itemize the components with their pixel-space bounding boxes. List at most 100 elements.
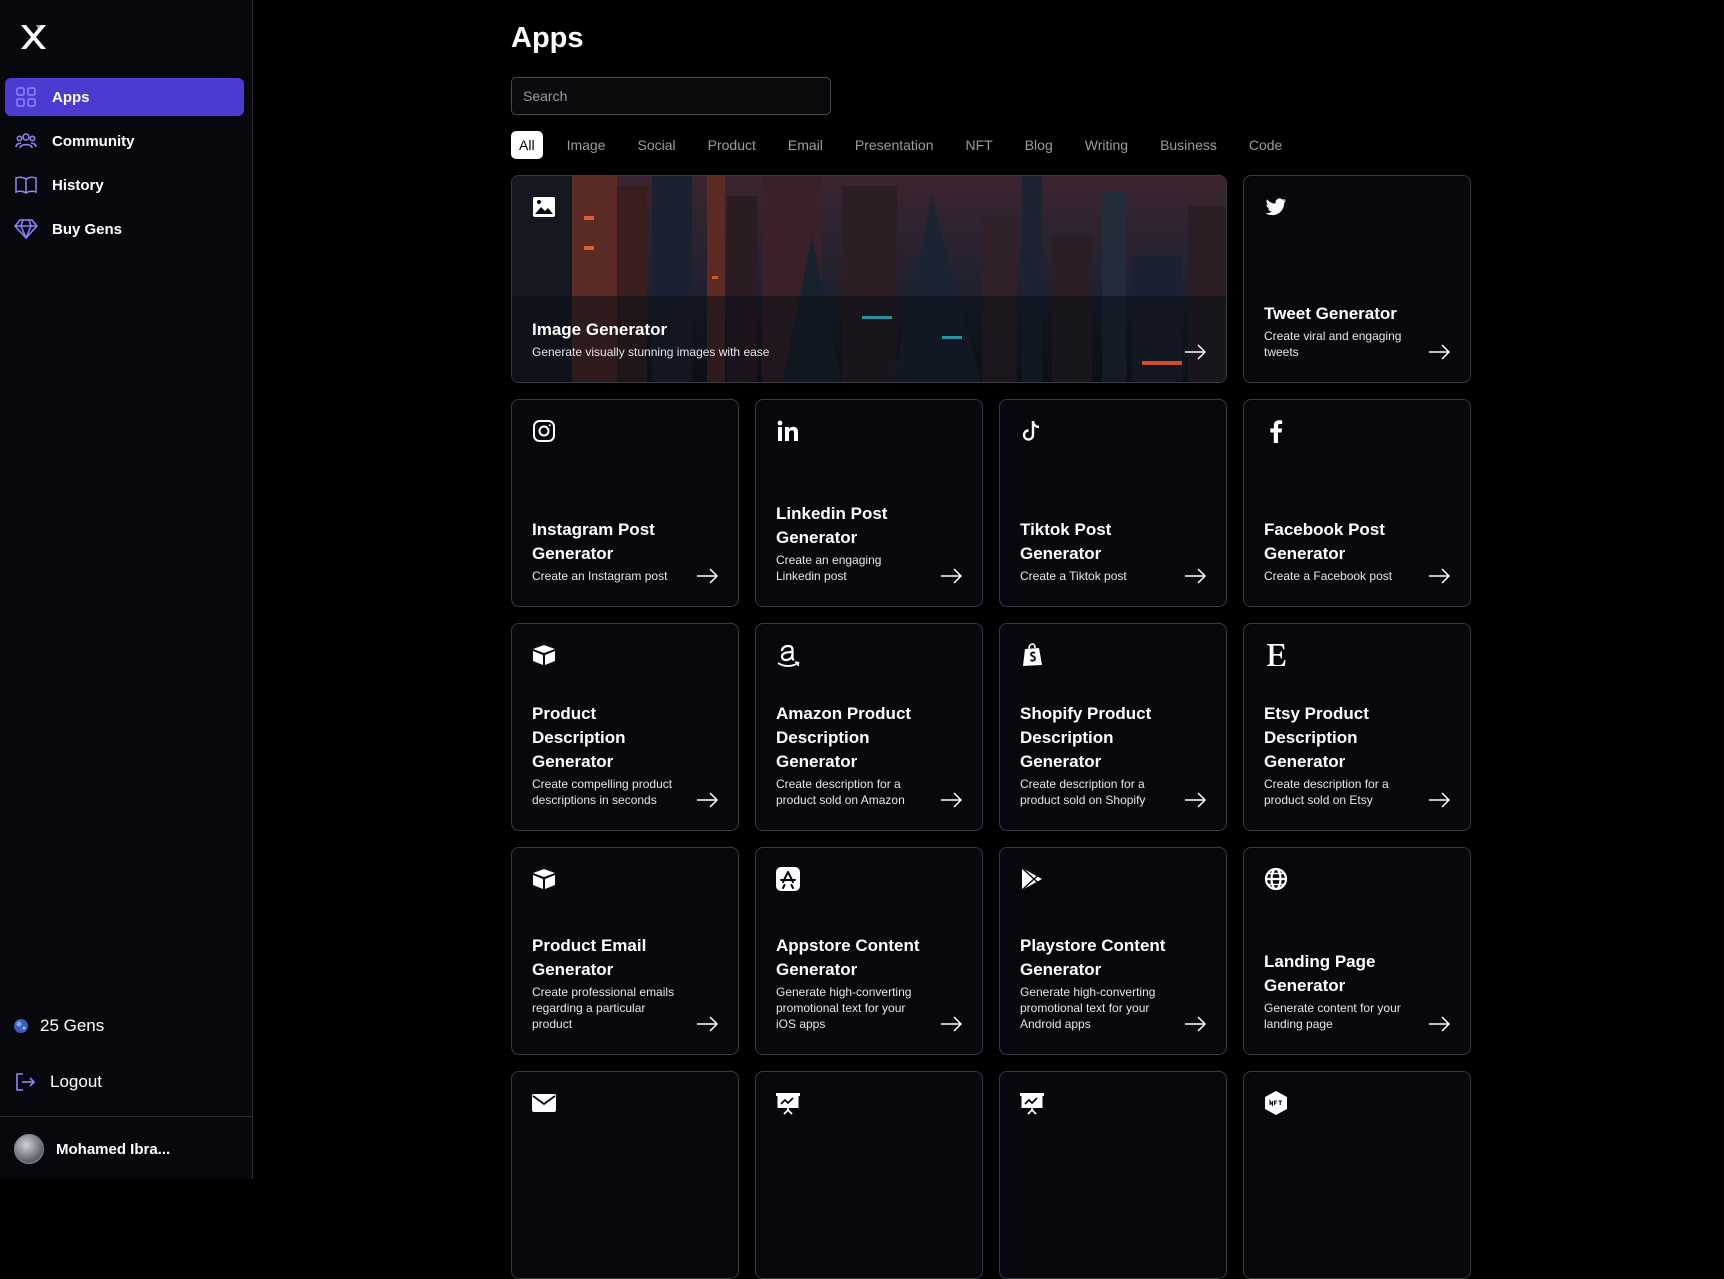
card-description: Create a Tiktok post: [1020, 569, 1127, 583]
tab-writing[interactable]: Writing: [1077, 131, 1136, 159]
app-card-shopify-product-description-generator[interactable]: Shopify Product Description Generator Cr…: [999, 623, 1227, 831]
sidebar-item-label: Buy Gens: [52, 220, 123, 238]
card-text: Playstore Content Generator Generate hig…: [1020, 934, 1166, 1032]
card-title: Playstore Content Generator: [1020, 936, 1166, 979]
arrow-right-icon: [1185, 344, 1206, 360]
nft-icon: [1264, 1091, 1288, 1115]
card-description: Create description for a product sold on…: [1020, 777, 1146, 807]
divider: [0, 1116, 253, 1117]
arrow-right-icon: [1429, 344, 1450, 360]
card-text: Facebook Post Generator Create a Faceboo…: [1264, 518, 1410, 584]
linkedin-icon: [776, 419, 800, 443]
card-description: Create an engaging Linkedin post: [776, 553, 882, 583]
tab-code[interactable]: Code: [1241, 131, 1290, 159]
book-icon: [14, 173, 38, 197]
app-card-tweet-generator[interactable]: Tweet Generator Create viral and engagin…: [1243, 175, 1471, 383]
card-title: Etsy Product Description Generator: [1264, 704, 1369, 771]
card-title: Tweet Generator: [1264, 304, 1397, 323]
card-title: Product Email Generator: [532, 936, 647, 979]
card-description: Generate visually stunning images with e…: [532, 345, 770, 359]
arrow-right-icon: [697, 792, 718, 808]
card-text: Appstore Content Generator Generate high…: [776, 934, 922, 1032]
app-card-image-generator[interactable]: Image Generator Generate visually stunni…: [511, 175, 1227, 383]
card-title: Landing Page Generator: [1264, 952, 1376, 995]
app-card-product-description-generator[interactable]: Product Description Generator Create com…: [511, 623, 739, 831]
arrow-right-icon: [941, 1016, 962, 1032]
card-text: Tiktok Post Generator Create a Tiktok po…: [1020, 518, 1166, 584]
app-card-instagram-post-generator[interactable]: Instagram Post Generator Create an Insta…: [511, 399, 739, 607]
card-text: Instagram Post Generator Create an Insta…: [532, 518, 678, 584]
app-card-playstore-content-generator[interactable]: Playstore Content Generator Generate hig…: [999, 847, 1227, 1055]
gens-balance: 25 Gens: [12, 1016, 104, 1036]
user-profile[interactable]: Mohamed Ibra...: [14, 1134, 170, 1164]
tab-product[interactable]: Product: [700, 131, 764, 159]
facebook-icon: [1264, 419, 1288, 443]
app-card-etsy-product-description-generator[interactable]: Etsy Product Description Generator Creat…: [1243, 623, 1471, 831]
card-text: Tweet Generator Create viral and engagin…: [1264, 302, 1410, 360]
card-text: Amazon Product Description Generator Cre…: [776, 702, 922, 808]
tab-blog[interactable]: Blog: [1017, 131, 1061, 159]
card-text: Linkedin Post Generator Create an engagi…: [776, 502, 922, 584]
app-card-appstore-content-generator[interactable]: Appstore Content Generator Generate high…: [755, 847, 983, 1055]
user-name: Mohamed Ibra...: [56, 1140, 171, 1158]
card-description: Create description for a product sold on…: [776, 777, 905, 807]
tab-all[interactable]: All: [511, 131, 543, 159]
card-text: Product Email Generator Create professio…: [532, 934, 678, 1032]
avatar: [14, 1134, 44, 1164]
card-description: Create professional emails regarding a p…: [532, 985, 675, 1031]
arrow-right-icon: [1185, 568, 1206, 584]
card-description: Generate high-converting promotional tex…: [1020, 985, 1156, 1031]
tab-email[interactable]: Email: [780, 131, 831, 159]
card-text: Product Description Generator Create com…: [532, 702, 678, 808]
planet-icon: [12, 1017, 30, 1035]
app-card-product-email-generator[interactable]: Product Email Generator Create professio…: [511, 847, 739, 1055]
app-card-email[interactable]: [511, 1071, 739, 1279]
arrow-right-icon: [941, 792, 962, 808]
arrow-right-icon: [1429, 792, 1450, 808]
sidebar-item-buy-gens[interactable]: Buy Gens: [5, 210, 244, 248]
app-card-tiktok-post-generator[interactable]: Tiktok Post Generator Create a Tiktok po…: [999, 399, 1227, 607]
etsy-icon: [1264, 643, 1288, 667]
sidebar-item-community[interactable]: Community: [5, 122, 244, 160]
tab-social[interactable]: Social: [629, 131, 683, 159]
app-card-landing-page-generator[interactable]: Landing Page Generator Generate content …: [1243, 847, 1471, 1055]
users-icon: [14, 129, 38, 153]
arrow-right-icon: [1429, 568, 1450, 584]
appstore-icon: [776, 867, 800, 891]
amazon-icon: [776, 643, 800, 667]
card-description: Generate high-converting promotional tex…: [776, 985, 912, 1031]
image-icon: [532, 195, 556, 219]
card-title: Tiktok Post Generator: [1020, 520, 1112, 563]
app-card-amazon-product-description-generator[interactable]: Amazon Product Description Generator Cre…: [755, 623, 983, 831]
tab-image[interactable]: Image: [559, 131, 614, 159]
logout-icon: [14, 1071, 36, 1093]
arrow-right-icon: [697, 568, 718, 584]
app-card-presentation-2[interactable]: [999, 1071, 1227, 1279]
card-description: Generate content for your landing page: [1264, 1001, 1401, 1031]
grid-icon: [14, 85, 38, 109]
app-card-linkedin-post-generator[interactable]: Linkedin Post Generator Create an engagi…: [755, 399, 983, 607]
card-text: Image Generator Generate visually stunni…: [532, 318, 1106, 360]
sidebar-item-history[interactable]: History: [5, 166, 244, 204]
search-input[interactable]: [511, 77, 831, 115]
playstore-icon: [1020, 867, 1044, 891]
app-logo[interactable]: [18, 22, 48, 52]
tab-nft[interactable]: NFT: [958, 131, 1001, 159]
card-description: Create compelling product descriptions i…: [532, 777, 673, 807]
box-icon: [532, 643, 556, 667]
app-card-facebook-post-generator[interactable]: Facebook Post Generator Create a Faceboo…: [1243, 399, 1471, 607]
card-title: Amazon Product Description Generator: [776, 704, 912, 771]
box-icon: [532, 867, 556, 891]
card-title: Appstore Content Generator: [776, 936, 920, 979]
tab-business[interactable]: Business: [1152, 131, 1225, 159]
tab-presentation[interactable]: Presentation: [847, 131, 942, 159]
card-description: Create description for a product sold on…: [1264, 777, 1389, 807]
app-card-nft[interactable]: [1243, 1071, 1471, 1279]
card-text: Etsy Product Description Generator Creat…: [1264, 702, 1410, 808]
app-card-presentation[interactable]: [755, 1071, 983, 1279]
logout-button[interactable]: Logout: [14, 1071, 102, 1093]
arrow-right-icon: [1185, 792, 1206, 808]
twitter-icon: [1264, 195, 1288, 219]
envelope-icon: [532, 1091, 556, 1115]
sidebar-item-apps[interactable]: Apps: [5, 78, 244, 116]
